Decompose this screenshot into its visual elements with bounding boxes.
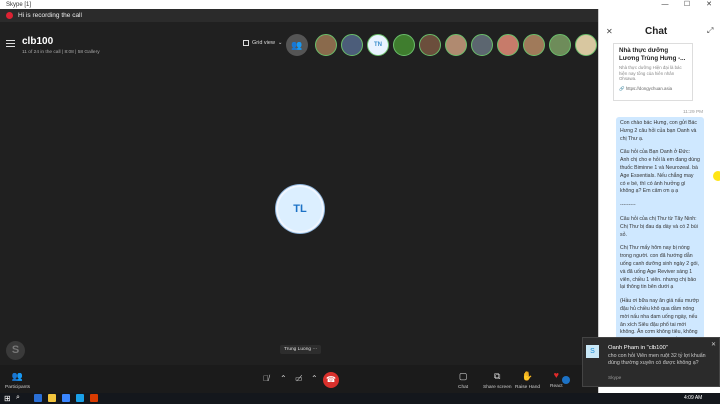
message-paragraph: Câu hỏi của chị Thư từ Tây Ninh: Chị Thư… bbox=[620, 215, 698, 238]
message-paragraph: Câu hỏi của Bạn Oanh ở Đức: Anh chị cho … bbox=[620, 149, 700, 195]
participants-icon: 👥 bbox=[11, 371, 24, 381]
participant-avatar[interactable]: TN bbox=[367, 34, 389, 56]
participant-avatar[interactable] bbox=[315, 34, 337, 56]
recording-text: Hi is recording the call bbox=[18, 12, 82, 19]
grid-view-button[interactable]: Grid view ⌄ bbox=[243, 40, 283, 46]
chat-label: Chat bbox=[458, 385, 469, 390]
edge-browser-icon[interactable] bbox=[62, 394, 70, 402]
heart-icon: ♥ bbox=[553, 370, 559, 380]
message-paragraph: --------- bbox=[620, 202, 636, 209]
cursor-highlight bbox=[713, 171, 720, 181]
window-controls: — ☐ ✕ bbox=[654, 0, 720, 9]
participants-label: Participants bbox=[5, 385, 31, 390]
add-people-icon: 👥 bbox=[291, 40, 303, 50]
office-app-icon[interactable] bbox=[90, 394, 98, 402]
close-notification-icon[interactable]: ✕ bbox=[711, 341, 716, 348]
minimize-button[interactable]: — bbox=[654, 0, 676, 9]
raise-hand-button[interactable]: ✋ Raise Hand bbox=[515, 370, 540, 390]
call-area: Hi is recording the call clb100 11 of 24… bbox=[0, 9, 598, 365]
chat-icon: ▢ bbox=[458, 371, 468, 381]
message-paragraph: Chị Thư mấy hôm nay bị nóng trong người.… bbox=[620, 245, 699, 291]
participant-avatar[interactable] bbox=[549, 34, 571, 56]
card-description: Nhà thực dưỡng Hiện đại là bác hiện nay … bbox=[619, 65, 682, 81]
participant-avatar[interactable] bbox=[445, 34, 467, 56]
share-screen-label: Share screen bbox=[483, 385, 512, 390]
mic-options-chevron[interactable]: ⌃ bbox=[280, 374, 287, 383]
windows-start-icon[interactable]: ⊞ bbox=[4, 394, 11, 403]
hang-up-icon: ☎ bbox=[326, 375, 336, 384]
participant-avatar[interactable] bbox=[497, 34, 519, 56]
speaker-name-chip: Trung Luong ⋯ bbox=[280, 345, 322, 354]
hand-icon: ✋ bbox=[521, 371, 534, 381]
video-options-chevron[interactable]: ⌃ bbox=[311, 374, 318, 383]
grid-icon bbox=[243, 40, 249, 46]
chat-panel: ✕ Chat ⤢ Nhà thực dưỡng Lương Trùng Hưng… bbox=[598, 9, 720, 393]
link-preview-card[interactable]: Nhà thực dưỡng Lương Trùng Hưng -... Nhà… bbox=[613, 43, 693, 101]
file-explorer-icon[interactable] bbox=[48, 394, 56, 402]
chat-header: ✕ Chat ⤢ bbox=[599, 9, 720, 45]
main-participant-avatar[interactable]: TL bbox=[276, 185, 324, 233]
mic-muted-icon[interactable]: 🎙̸ bbox=[263, 374, 269, 383]
participant-avatar[interactable] bbox=[471, 34, 493, 56]
skype-taskbar-icon[interactable] bbox=[76, 394, 84, 402]
taskbar-clock: 4:09 AM bbox=[684, 395, 703, 401]
participant-avatar[interactable] bbox=[393, 34, 415, 56]
more-options-button[interactable] bbox=[562, 376, 570, 384]
call-header: clb100 11 of 24 in the call | 8:08 | 58 … bbox=[0, 22, 598, 58]
chevron-down-icon: ⌄ bbox=[277, 40, 283, 46]
title-bar: Skype [1] — ☐ ✕ bbox=[0, 0, 720, 9]
add-people-button[interactable]: 👥 bbox=[286, 34, 308, 56]
call-controls: 👥 Participants 🎙̸ ⌃ ▭̸ ⌃ ☎ ▢ Chat ⧉ Shar… bbox=[0, 365, 598, 393]
search-icon[interactable]: ⌕ bbox=[16, 394, 20, 402]
message-paragraph: Con chào bác Hưng, con gửi Bác Hưng 2 câ… bbox=[620, 120, 698, 142]
expand-icon[interactable]: ⤢ bbox=[707, 26, 713, 36]
recording-banner: Hi is recording the call bbox=[0, 9, 598, 22]
participant-avatar[interactable] bbox=[575, 34, 597, 56]
share-screen-icon: ⧉ bbox=[494, 371, 501, 381]
participant-avatar[interactable] bbox=[419, 34, 441, 56]
call-subtitle: 11 of 24 in the call | 8:08 | 58 Gallery bbox=[22, 50, 100, 55]
chat-title: Chat bbox=[645, 26, 668, 37]
notification-app-name: Skype bbox=[608, 376, 622, 381]
participants-button[interactable]: 👥 Participants bbox=[5, 370, 30, 390]
skype-logo-icon: S bbox=[6, 341, 25, 360]
react-button[interactable]: ♥ React bbox=[550, 369, 563, 389]
maximize-button[interactable]: ☐ bbox=[676, 0, 698, 9]
participant-avatar[interactable] bbox=[523, 34, 545, 56]
card-title: Nhà thực dưỡng Lương Trùng Hưng -... bbox=[619, 47, 686, 62]
chat-message-bubble[interactable]: Con chào bác Hưng, con gửi Bác Hưng 2 câ… bbox=[616, 117, 704, 343]
card-link[interactable]: 🔗 https://dongychuan.asia bbox=[619, 86, 687, 92]
skype-app-icon: S bbox=[586, 345, 599, 358]
close-window-button[interactable]: ✕ bbox=[698, 0, 720, 9]
message-timestamp: 11:29 PM bbox=[683, 110, 704, 115]
call-title: clb100 bbox=[22, 36, 54, 47]
recording-dot-icon bbox=[6, 12, 13, 19]
menu-icon[interactable] bbox=[6, 40, 15, 47]
share-screen-button[interactable]: ⧉ Share screen bbox=[483, 370, 512, 390]
card-link-text: https://dongychuan.asia bbox=[625, 85, 673, 91]
react-label: React bbox=[550, 384, 563, 389]
close-chat-icon[interactable]: ✕ bbox=[606, 27, 613, 36]
participant-avatars: TN bbox=[315, 34, 597, 56]
chat-button[interactable]: ▢ Chat bbox=[458, 370, 468, 390]
skype-window: Skype [1] — ☐ ✕ Hi is recording the call… bbox=[0, 0, 720, 404]
windows-taskbar: ⊞ ⌕ 4:09 AM bbox=[0, 393, 720, 404]
link-icon: 🔗 bbox=[619, 85, 625, 91]
taskbar-app-icon[interactable] bbox=[34, 394, 42, 402]
raise-hand-label: Raise Hand bbox=[515, 385, 541, 390]
hang-up-button[interactable]: ☎ bbox=[323, 372, 339, 388]
video-off-icon[interactable]: ▭̸ bbox=[295, 374, 303, 383]
message-notification[interactable]: S Oanh Pham in "clb100" cho con hỏi Viên… bbox=[582, 337, 720, 387]
window-title: Skype [1] bbox=[6, 1, 32, 8]
notification-body: cho con hỏi Viên men ruột 32 tỷ lợi khuẩ… bbox=[608, 353, 706, 366]
notification-title: Oanh Pham in "clb100" bbox=[608, 345, 668, 351]
grid-view-label: Grid view bbox=[252, 40, 275, 46]
participant-avatar[interactable] bbox=[341, 34, 363, 56]
